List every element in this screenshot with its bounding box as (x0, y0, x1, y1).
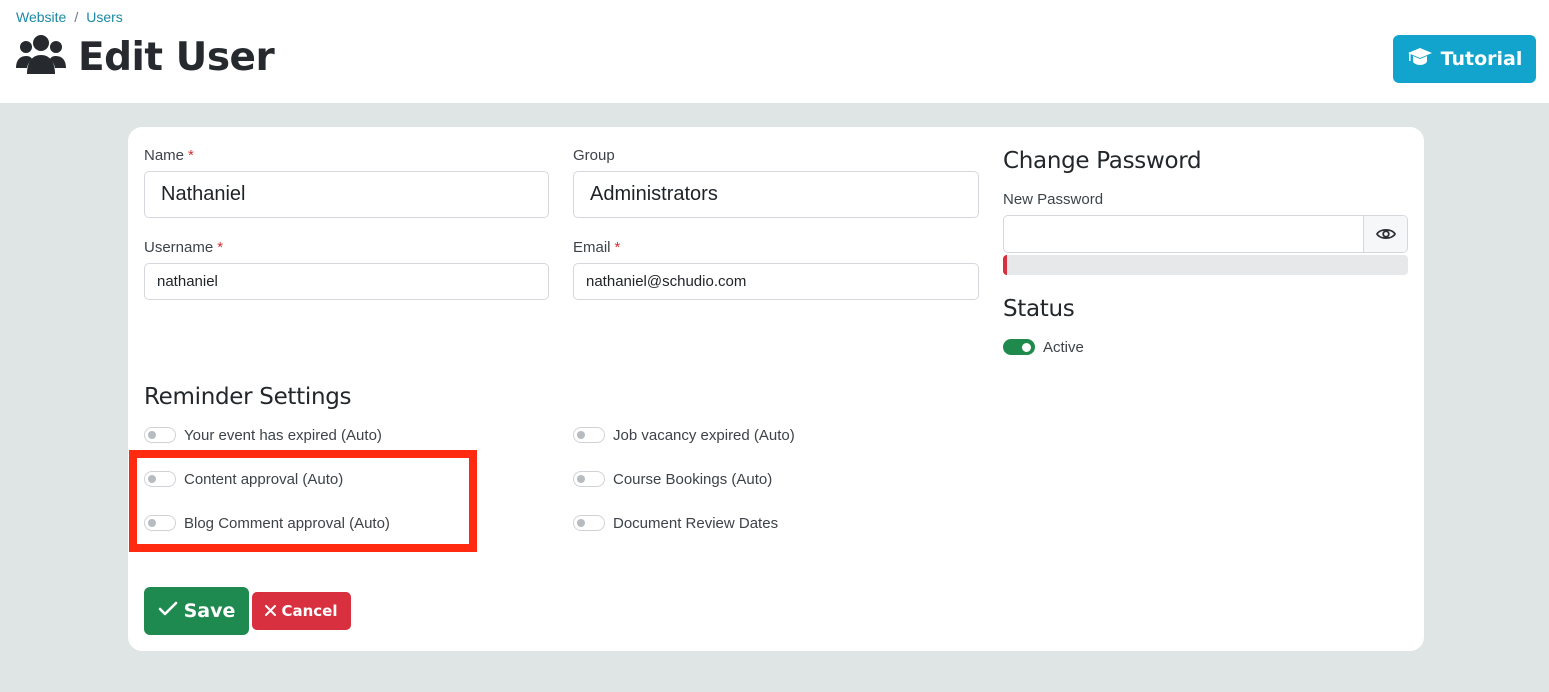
save-label: Save (183, 600, 236, 622)
breadcrumb-separator: / (74, 9, 79, 25)
highlight-annotation-box (129, 450, 477, 552)
reminder-label: Course Bookings (Auto) (613, 471, 773, 488)
new-password-label: New Password (1003, 191, 1104, 208)
username-label: Username * (144, 239, 224, 256)
cancel-label: Cancel (281, 602, 338, 620)
reminder-settings-heading: Reminder Settings (144, 384, 352, 410)
toggle-knob (577, 475, 585, 483)
reminder-toggle-course-bookings[interactable] (573, 471, 605, 487)
close-icon (265, 602, 277, 620)
users-icon (16, 34, 66, 81)
save-button[interactable]: Save (144, 587, 249, 635)
group-select[interactable]: Administrators (573, 171, 979, 218)
tutorial-label: Tutorial (1440, 48, 1523, 70)
new-password-input[interactable] (1003, 215, 1408, 253)
reminder-label: Your event has expired (Auto) (184, 427, 382, 444)
name-input[interactable]: Nathaniel (144, 171, 549, 218)
page-header: Website / Users Edit User Tutorial (0, 0, 1549, 103)
breadcrumb-website-link[interactable]: Website (16, 9, 66, 25)
username-input[interactable]: nathaniel (144, 263, 549, 300)
tutorial-button[interactable]: Tutorial (1393, 35, 1536, 83)
reminder-toggle-event-expired[interactable] (144, 427, 176, 443)
password-strength-bar (1003, 255, 1408, 275)
change-password-heading: Change Password (1003, 148, 1202, 174)
toggle-knob (148, 431, 156, 439)
graduation-cap-icon (1407, 47, 1433, 72)
reminder-toggle-document-review[interactable] (573, 515, 605, 531)
group-label: Group (573, 147, 615, 164)
toggle-knob (577, 519, 585, 527)
status-active-toggle[interactable] (1003, 339, 1035, 355)
check-icon (158, 600, 178, 622)
page-title: Edit User (78, 35, 275, 80)
cancel-button[interactable]: Cancel (252, 592, 351, 630)
status-active-label: Active (1043, 339, 1084, 356)
name-label: Name * (144, 147, 194, 164)
toggle-knob (577, 431, 585, 439)
password-strength-fill (1003, 255, 1008, 275)
reminder-label: Job vacancy expired (Auto) (613, 427, 795, 444)
toggle-knob (1022, 343, 1031, 352)
breadcrumb: Website / Users (16, 9, 123, 25)
reminder-label: Document Review Dates (613, 515, 779, 532)
email-label: Email * (573, 239, 621, 256)
status-heading: Status (1003, 296, 1075, 322)
eye-icon[interactable] (1363, 216, 1407, 252)
page-title-wrap: Edit User (16, 34, 275, 81)
breadcrumb-users-link[interactable]: Users (86, 9, 123, 25)
edit-user-card: Name * Nathaniel Group Administrators Use… (128, 127, 1424, 651)
email-input[interactable]: nathaniel@schudio.com (573, 263, 979, 300)
reminder-toggle-job-vacancy[interactable] (573, 427, 605, 443)
